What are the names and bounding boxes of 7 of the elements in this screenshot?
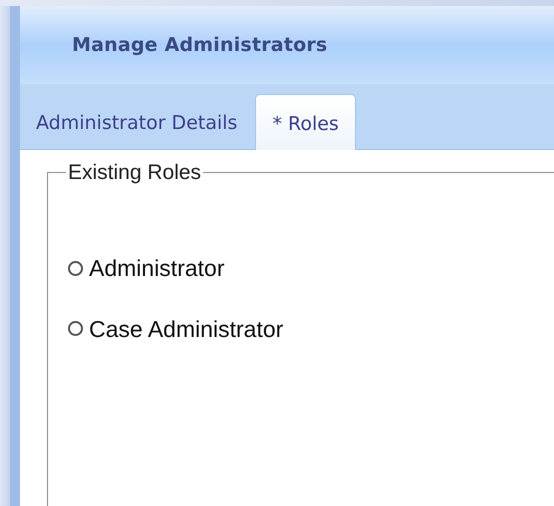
- tab[interactable]: Administrator Details: [34, 97, 240, 149]
- radio-button[interactable]: [68, 321, 83, 336]
- tab[interactable]: * Roles: [255, 94, 356, 150]
- radio-button[interactable]: [68, 260, 83, 276]
- page-title: Manage Administrators: [72, 32, 328, 58]
- radio-label: Case Administrator: [89, 314, 284, 344]
- radio-label: Administrator: [89, 254, 224, 283]
